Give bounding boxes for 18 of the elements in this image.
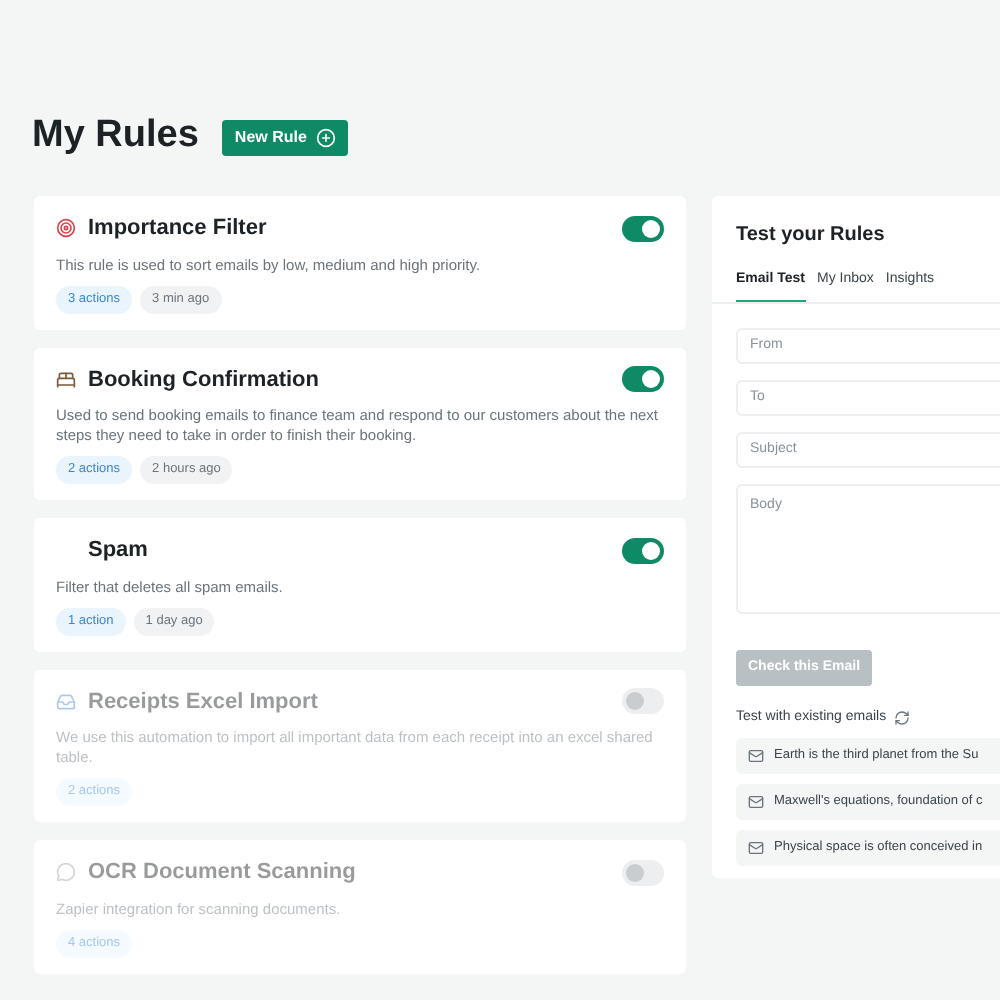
toggle-switch[interactable] — [622, 366, 664, 393]
mail-icon — [748, 794, 764, 811]
rule-title: Receipts Excel Import — [88, 687, 318, 717]
mail-icon — [748, 748, 764, 765]
rule-title: Spam — [88, 536, 148, 566]
refresh-icon[interactable] — [894, 710, 911, 726]
rule-title: Booking Confirmation — [88, 365, 319, 395]
toggle-switch[interactable] — [622, 859, 664, 886]
toggle-switch[interactable] — [622, 688, 664, 715]
panel-title: Test your Rules — [734, 222, 887, 250]
toggle-switch[interactable] — [622, 537, 664, 564]
rule-title: OCR Document Scanning — [88, 858, 356, 888]
mail-icon — [748, 840, 764, 857]
new-rule-button[interactable]: New Rule — [222, 119, 349, 155]
toggle-switch[interactable] — [622, 215, 664, 242]
rule-title: Importance Filter — [88, 214, 267, 244]
page-title: My Rules — [32, 112, 199, 161]
plus-icon — [316, 127, 337, 147]
